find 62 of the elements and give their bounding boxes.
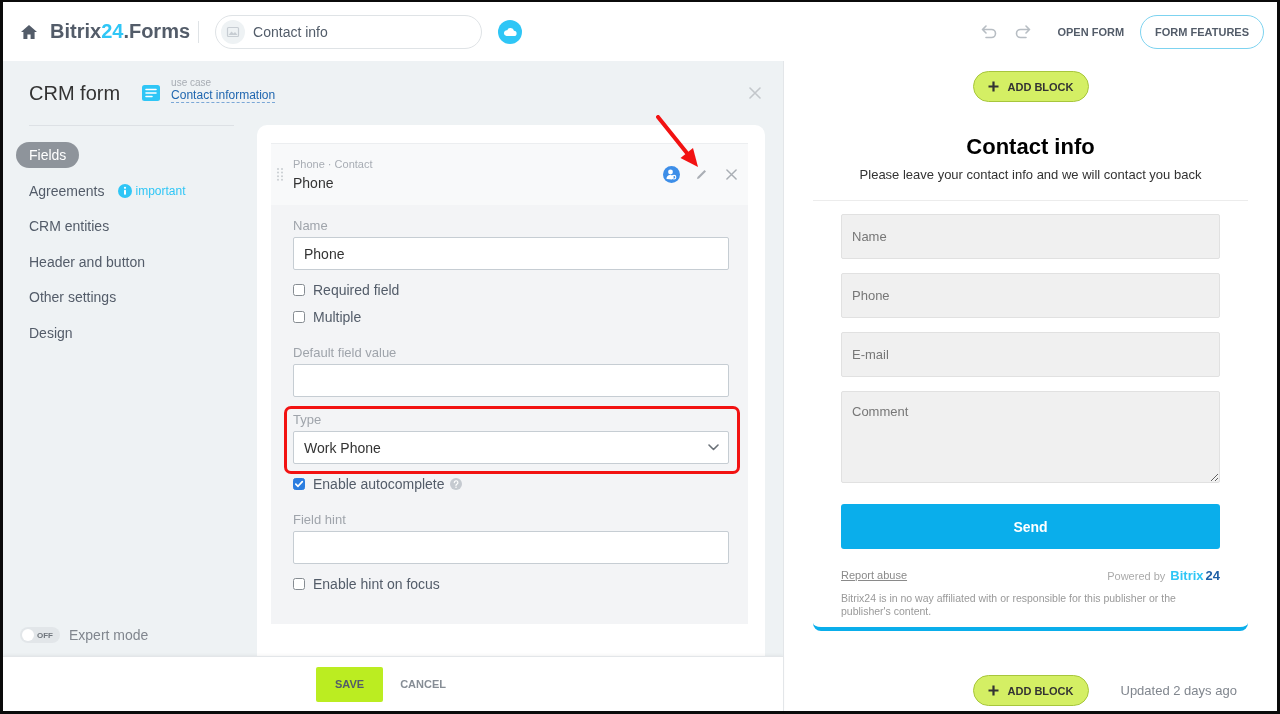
field-subtitle: Phone · Contact <box>293 157 373 171</box>
expert-mode-toggle[interactable]: OFF <box>20 627 60 643</box>
plus-icon <box>987 685 999 696</box>
features-button[interactable]: FORM FEATURES <box>1140 14 1264 49</box>
help-icon[interactable] <box>449 478 462 490</box>
sidebar-tab[interactable]: Design <box>16 319 86 346</box>
form-input[interactable]: Phone <box>841 273 1220 318</box>
cancel-link[interactable]: CANCEL <box>400 678 446 690</box>
text-input[interactable] <box>293 531 729 564</box>
field-label: Name <box>293 219 329 233</box>
form-textarea[interactable]: Comment <box>841 391 1220 483</box>
document-icon <box>142 85 161 101</box>
sidebar-tab[interactable]: CRM entities <box>16 213 123 240</box>
plus-icon <box>987 81 999 92</box>
option-label: Multiple <box>313 309 362 325</box>
cloud-icon[interactable] <box>498 19 523 44</box>
use-case-caption: use case <box>171 77 212 89</box>
text-input[interactable]: Phone <box>293 237 729 270</box>
chevron-down-icon <box>708 444 719 451</box>
image-icon <box>221 19 246 44</box>
powered-by-text: Powered by <box>1107 569 1166 582</box>
form-input[interactable]: Name <box>841 214 1220 259</box>
sidebar-tab[interactable]: Other settings <box>16 284 130 311</box>
sidebar-tab[interactable]: Agreements <box>16 177 118 204</box>
undo-icon[interactable] <box>981 24 998 39</box>
save-button[interactable]: SAVE <box>316 666 384 702</box>
redo-icon[interactable] <box>1015 24 1032 39</box>
brand-logo[interactable]: Bitrix 24 <box>1170 567 1220 583</box>
form-subtitle: Please leave your contact info and we will contact you back <box>858 167 1203 183</box>
field-label: Field hint <box>293 513 347 527</box>
field-title: Phone <box>293 174 335 192</box>
info-icon <box>118 183 133 198</box>
form-input[interactable]: E-mail <box>841 332 1220 377</box>
checkbox[interactable] <box>293 478 305 490</box>
select-field[interactable]: Work Phone <box>293 431 729 464</box>
option-label: Enable autocomplete <box>313 476 445 492</box>
user-search-icon[interactable] <box>663 166 680 183</box>
field-label: Type <box>293 413 323 427</box>
option-label: Required field <box>313 282 400 298</box>
add-block-button[interactable]: ADD BLOCK <box>972 675 1089 706</box>
checkbox[interactable] <box>293 578 305 590</box>
editor-title: CRM form <box>29 81 121 105</box>
home-icon[interactable] <box>21 24 37 39</box>
close-icon[interactable] <box>726 169 737 180</box>
disclaimer-text: Bitrix24 is in no way affiliated with or responsible for this publisher or the publisher's content. <box>841 592 1177 618</box>
pencil-icon[interactable] <box>696 169 707 180</box>
add-block-button[interactable]: ADD BLOCK <box>972 71 1089 102</box>
checkbox[interactable] <box>293 311 305 323</box>
use-case-link[interactable]: Contact information <box>171 89 276 103</box>
text-input[interactable] <box>293 364 729 397</box>
app-logo[interactable]: Bitrix24.Forms <box>50 20 191 43</box>
checkbox[interactable] <box>293 284 305 296</box>
toggle-label: Expert mode <box>69 627 149 643</box>
sidebar-tab[interactable]: Header and button <box>16 248 158 275</box>
drag-handle-icon[interactable] <box>277 168 283 181</box>
option-label: Enable hint on focus <box>313 576 440 592</box>
form-title: Contact info <box>965 134 1096 160</box>
form-title-field[interactable]: Contact info <box>215 14 483 49</box>
field-label: Default field value <box>293 346 398 360</box>
report-abuse-link[interactable]: Report abuse <box>841 569 908 581</box>
close-icon[interactable] <box>749 87 761 99</box>
updated-text: Updated 2 days ago <box>1120 683 1237 698</box>
